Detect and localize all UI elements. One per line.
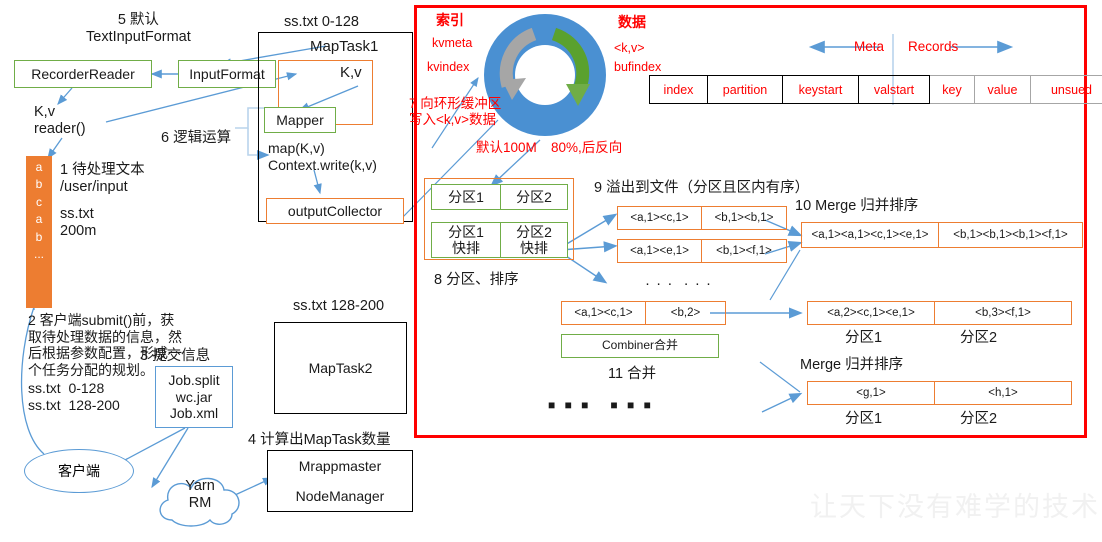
partition-sort-cell-2-label: 分区2 快排 [516,223,552,256]
file-letter: b [35,177,43,192]
output-collector-box[interactable]: outputCollector [266,198,404,224]
maptask2-split-label: ss.txt 128-200 [293,298,385,314]
job-info-box[interactable]: Job.split wc.jar Job.xml [155,366,233,428]
kvindex-label: kvindex [427,60,470,74]
partition-sort-cell-1-label: 分区1 快排 [448,223,484,256]
partition-sort-cell-1: 分区1 快排 [431,222,501,258]
mrappmaster-box[interactable]: Mrappmaster NodeManager [267,450,413,512]
combiner-label: Combiner合并 [601,338,679,353]
combine-ellipsis: ■ ■ ■ ■ ■ ■ [548,398,654,412]
buffer-size-label: 默认100M [476,140,537,155]
spill-cell: <a,1><c,1> [617,206,702,230]
data-title-label: 数据 [618,14,646,30]
file-letter: b [35,229,43,244]
kvmeta-label: kvmeta [432,36,473,50]
table-cell-value: value [974,75,1030,104]
mrappmaster-label: Mrappmaster [298,457,382,474]
records-direction-label: Records [908,39,959,54]
partition-cell-2: 分区2 [500,184,568,210]
combine-source-cell: <b,2> [646,301,726,325]
partition-sort-cell-2: 分区2 快排 [500,222,568,258]
client-ellipse[interactable]: 客户端 [24,449,134,493]
step8-label: 8 分区、排序 [434,272,519,288]
step4-label: 4 计算出MapTask数量 [248,432,391,448]
table-cell-unsued: unsued [1030,75,1102,104]
maptask2-title: MapTask2 [308,359,373,376]
merge10-row: <a,1><a,1><c,1><e,1> <b,1><b,1><b,1><f,1… [801,222,1083,248]
kv-label: K,v [340,64,362,81]
mapper-box[interactable]: Mapper [264,107,336,133]
spill-ellipsis: · · · · · · [645,275,712,292]
spill-cell: <a,1><e,1> [617,239,702,263]
partition-cell-2-label: 分区2 [516,188,552,205]
final-merge-bottom-row: <g,1> <h,1> [807,381,1072,405]
yarn-rm-cloud[interactable]: Yarn RM [152,470,248,532]
table-cell-partition: partition [707,75,782,104]
table-cell-key: key [930,75,974,104]
watermark: 让天下没有难学的技术 [810,492,1100,523]
final-merge-top-label-2: 分区2 [960,330,998,346]
kv-buffer-label: <k,v> [614,41,645,55]
final-merge-top-label-1: 分区1 [845,330,883,346]
step11-label: 11 合并 [608,366,657,382]
step6-label: 6 逻辑运算 [161,130,232,146]
merge10-cell: <b,1><b,1><b,1><f,1> [939,222,1083,248]
maptask2-box[interactable]: MapTask2 [274,322,407,414]
table-cell-valstart: valstart [858,75,930,104]
recorder-reader-box[interactable]: RecorderReader [14,60,152,88]
map-calls-label: map(K,v) Context.write(k,v) [268,140,377,173]
meta-direction-label: Meta [854,39,885,54]
index-title-label: 索引 [436,12,464,28]
step2-splits-label: ss.txt 0-128 ss.txt 128-200 [28,380,120,413]
final-merge-cell: <h,1> [935,381,1072,405]
bufindex-label: bufindex [614,60,662,74]
final-merge-label: Merge 归并排序 [800,357,904,373]
file-letter: a [35,160,43,174]
merge10-cell: <a,1><a,1><c,1><e,1> [801,222,939,248]
partition-cell-1: 分区1 [431,184,501,210]
final-merge-cell: <b,3><f,1> [935,301,1072,325]
maptask1-split-label: ss.txt 0-128 [284,14,359,30]
nodemanager-label: NodeManager [295,487,385,504]
final-merge-bottom-label-1: 分区1 [845,411,883,427]
kvmeta-table: index partition keystart valstart key va… [649,75,1102,104]
final-merge-top-row: <a,2><c,1><e,1> <b,3><f,1> [807,301,1072,325]
yarn-rm-label: Yarn RM [185,478,215,512]
table-cell-index: index [649,75,707,104]
input-file-block: a b c a b ... [26,156,52,308]
step5-label: 5 默认 TextInputFormat [86,12,191,46]
step9-label: 9 溢出到文件（分区且区内有序） [594,180,810,196]
spill-cell: <b,1><b,1> [702,206,787,230]
final-merge-bottom-label-2: 分区2 [960,411,998,427]
kv-reader-label: K,v reader() [34,104,86,138]
step3-label: 3 提交信息 [140,348,211,364]
table-cell-keystart: keystart [782,75,858,104]
spill-file-row-2: <a,1><e,1> <b,1><f,1> [617,239,787,263]
partition-cell-1-label: 分区1 [448,188,484,205]
input-format-label: InputFormat [189,65,265,82]
mapper-label: Mapper [276,111,324,128]
step1-file-label: ss.txt 200m [60,206,97,240]
combiner-box[interactable]: Combiner合并 [561,334,719,358]
step7-label: 7 向环形缓冲区 写入<k,v>数据 [409,96,502,127]
file-letter: ... [33,246,44,261]
step10-label: 10 Merge 归并排序 [795,198,919,214]
step1-label: 1 待处理文本 /user/input [60,162,145,196]
file-letter: a [35,212,43,227]
output-collector-label: outputCollector [287,202,383,219]
spill-file-row-1: <a,1><c,1> <b,1><b,1> [617,206,787,230]
maptask1-title: MapTask1 [310,38,379,55]
buffer-threshold-label: 80%,后反向 [551,140,623,155]
recorder-reader-label: RecorderReader [31,65,135,82]
combine-source-cell: <a,1><c,1> [561,301,646,325]
client-label: 客户端 [58,463,100,479]
spill-cell: <b,1><f,1> [702,239,787,263]
final-merge-cell: <g,1> [807,381,935,405]
file-letter: c [36,194,42,209]
final-merge-cell: <a,2><c,1><e,1> [807,301,935,325]
job-info-label: Job.split wc.jar Job.xml [168,372,220,422]
combine-source-row: <a,1><c,1> <b,2> [561,301,726,325]
